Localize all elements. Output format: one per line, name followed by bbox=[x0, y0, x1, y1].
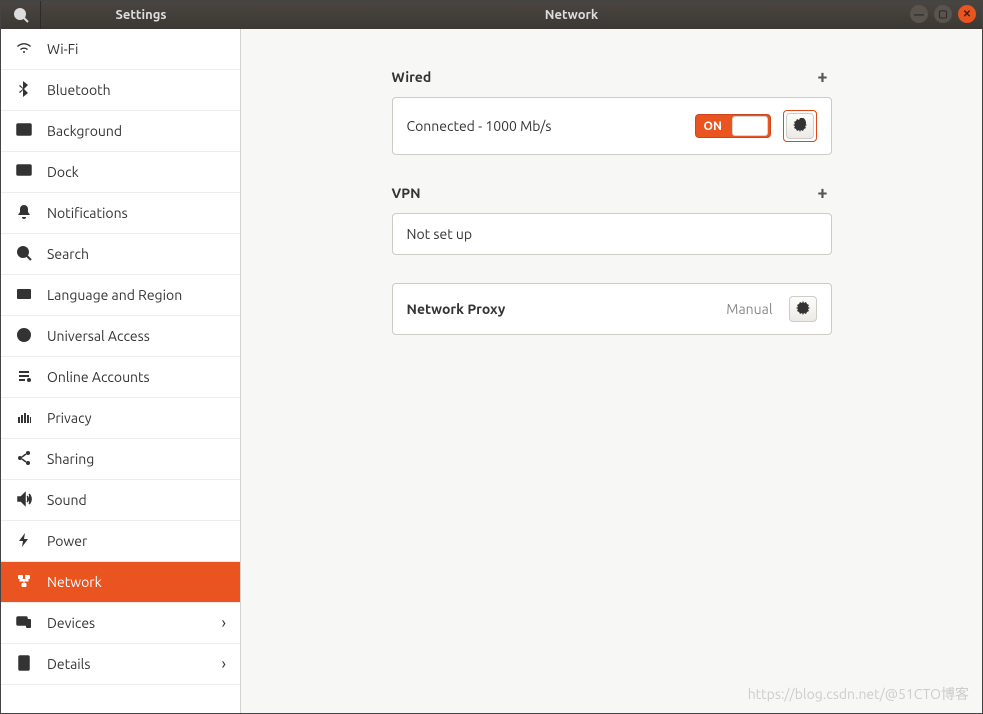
proxy-title: Network Proxy bbox=[407, 301, 715, 317]
search-button[interactable] bbox=[1, 1, 41, 29]
proxy-settings-button[interactable] bbox=[789, 296, 817, 322]
bell-icon bbox=[15, 204, 33, 223]
sidebar-item-label: Sharing bbox=[47, 451, 94, 467]
proxy-section: Network Proxy Manual bbox=[392, 283, 832, 335]
gear-icon bbox=[795, 301, 811, 317]
proxy-mode: Manual bbox=[726, 301, 772, 317]
share-icon bbox=[15, 450, 33, 469]
window-title: Network bbox=[241, 8, 902, 22]
wifi-icon bbox=[15, 40, 33, 59]
sidebar-item-label: Devices bbox=[47, 615, 95, 631]
add-wired-button[interactable]: + bbox=[813, 67, 831, 87]
sidebar-item-sharing[interactable]: Sharing bbox=[1, 439, 240, 480]
sidebar-item-privacy[interactable]: Privacy bbox=[1, 398, 240, 439]
dock-icon bbox=[15, 163, 33, 182]
sidebar-item-background[interactable]: Background bbox=[1, 111, 240, 152]
privacy-icon bbox=[15, 409, 33, 428]
wired-toggle[interactable]: ON bbox=[695, 114, 771, 138]
chevron-right-icon: › bbox=[222, 614, 227, 632]
sidebar-item-label: Language and Region bbox=[47, 287, 182, 303]
sidebar-item-universal-access[interactable]: Universal Access bbox=[1, 316, 240, 357]
sidebar-item-label: Notifications bbox=[47, 205, 128, 221]
wired-settings-button[interactable] bbox=[786, 113, 814, 139]
sidebar-item-label: Sound bbox=[47, 492, 87, 508]
search-icon bbox=[13, 7, 29, 23]
sidebar-item-search[interactable]: Search bbox=[1, 234, 240, 275]
sidebar-item-label: Background bbox=[47, 123, 122, 139]
sidebar-item-label: Bluetooth bbox=[47, 82, 111, 98]
sidebar-item-label: Privacy bbox=[47, 410, 91, 426]
background-icon bbox=[15, 122, 33, 141]
sidebar-item-label: Power bbox=[47, 533, 87, 549]
power-icon bbox=[15, 532, 33, 551]
wired-panel: Connected - 1000 Mb/s ON bbox=[392, 97, 832, 155]
vpn-section: VPN + Not set up bbox=[392, 183, 832, 255]
toggle-knob bbox=[732, 116, 768, 136]
sidebar-item-label: Universal Access bbox=[47, 328, 150, 344]
minimize-button[interactable]: — bbox=[910, 5, 928, 23]
sidebar-item-details[interactable]: Details › bbox=[1, 644, 240, 685]
sidebar-item-bluetooth[interactable]: Bluetooth bbox=[1, 70, 240, 111]
details-icon bbox=[15, 655, 33, 674]
wired-toggle-label: ON bbox=[704, 120, 722, 133]
gear-icon bbox=[792, 118, 808, 134]
sidebar-item-label: Details bbox=[47, 656, 90, 672]
sidebar-item-language-and-region[interactable]: Language and Region bbox=[1, 275, 240, 316]
sidebar-item-devices[interactable]: Devices › bbox=[1, 603, 240, 644]
wired-section: Wired + Connected - 1000 Mb/s ON bbox=[392, 67, 832, 155]
titlebar: Settings Network — ▢ ✕ bbox=[1, 1, 982, 29]
sidebar-item-label: Network bbox=[47, 574, 102, 590]
network-icon bbox=[15, 573, 33, 592]
wired-header: Wired bbox=[392, 69, 432, 85]
proxy-panel[interactable]: Network Proxy Manual bbox=[392, 283, 832, 335]
chevron-right-icon: › bbox=[222, 655, 227, 673]
sidebar-item-online-accounts[interactable]: Online Accounts bbox=[1, 357, 240, 398]
sidebar-item-label: Wi-Fi bbox=[47, 41, 78, 57]
accessibility-icon bbox=[15, 327, 33, 346]
close-button[interactable]: ✕ bbox=[958, 5, 976, 23]
sidebar-item-sound[interactable]: Sound bbox=[1, 480, 240, 521]
vpn-status: Not set up bbox=[407, 226, 817, 242]
vpn-panel: Not set up bbox=[392, 213, 832, 255]
sidebar-item-power[interactable]: Power bbox=[1, 521, 240, 562]
sidebar-item-network[interactable]: Network bbox=[1, 562, 240, 603]
vpn-header: VPN bbox=[392, 185, 421, 201]
region-icon bbox=[15, 286, 33, 305]
add-vpn-button[interactable]: + bbox=[813, 183, 831, 203]
sidebar-title: Settings bbox=[41, 8, 241, 22]
search-icon bbox=[15, 245, 33, 264]
sidebar: Wi-Fi Bluetooth Background Dock Notification… bbox=[1, 29, 241, 713]
devices-icon bbox=[15, 614, 33, 633]
sidebar-item-notifications[interactable]: Notifications bbox=[1, 193, 240, 234]
maximize-button[interactable]: ▢ bbox=[934, 5, 952, 23]
bluetooth-icon bbox=[15, 81, 33, 100]
sidebar-item-label: Online Accounts bbox=[47, 369, 150, 385]
sidebar-item-label: Search bbox=[47, 246, 89, 262]
content-area: Wired + Connected - 1000 Mb/s ON VPN bbox=[241, 29, 982, 713]
sound-icon bbox=[15, 491, 33, 510]
window-controls: — ▢ ✕ bbox=[910, 5, 976, 23]
wired-status: Connected - 1000 Mb/s bbox=[407, 118, 683, 134]
wired-settings-highlight bbox=[783, 110, 817, 142]
online-accounts-icon bbox=[15, 368, 33, 387]
sidebar-item-label: Dock bbox=[47, 164, 79, 180]
sidebar-item-wi-fi[interactable]: Wi-Fi bbox=[1, 29, 240, 70]
sidebar-item-dock[interactable]: Dock bbox=[1, 152, 240, 193]
